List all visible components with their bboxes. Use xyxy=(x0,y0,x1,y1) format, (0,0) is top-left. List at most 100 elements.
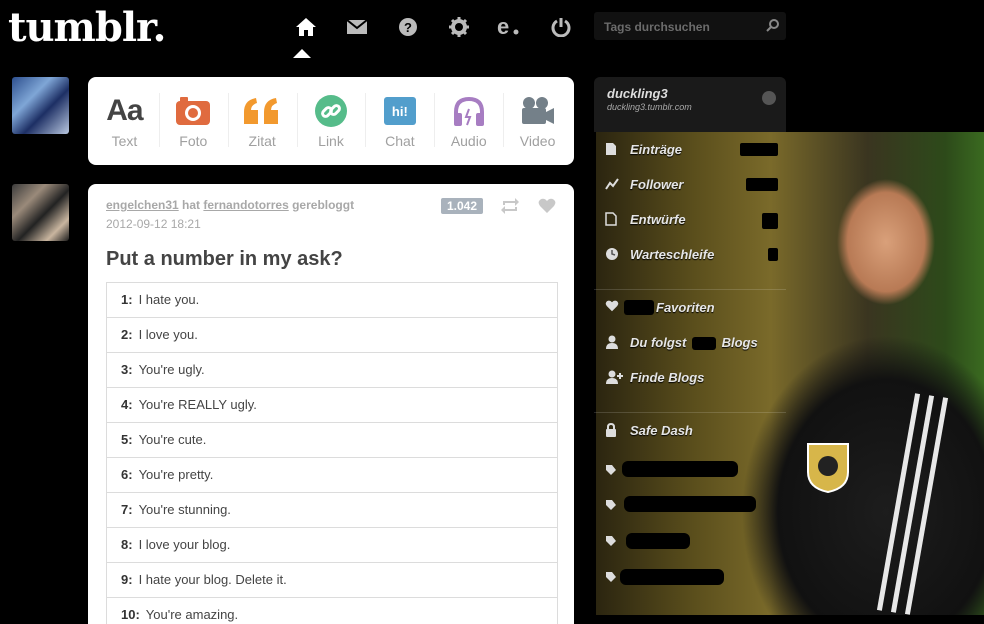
blog-name: duckling3 xyxy=(607,86,668,101)
item-number: 5: xyxy=(121,432,133,447)
post-type-label: Audio xyxy=(450,133,487,149)
blog-sidebar: duckling3 duckling3.tumblr.com Einträge … xyxy=(594,77,786,615)
item-number: 8: xyxy=(121,537,133,552)
tag-icon xyxy=(606,572,616,582)
sidebar-menu: Einträge Follower Entwürfe Warteschleife… xyxy=(594,132,786,448)
tag-icon xyxy=(606,536,616,546)
post-meta-action: gerebloggt xyxy=(292,198,355,212)
gear-icon[interactable] xyxy=(433,12,484,42)
add-user-icon xyxy=(606,370,623,384)
list-item: 8: I love your blog. xyxy=(107,528,557,563)
explore-icon[interactable]: e xyxy=(484,12,535,42)
item-text: You're REALLY ugly. xyxy=(138,397,257,412)
post-type-text-button[interactable]: Aa Text xyxy=(90,77,159,165)
list-item: 6: You're pretty. xyxy=(107,458,557,493)
sidebar-item-drafts[interactable]: Entwürfe xyxy=(594,202,786,237)
sidebar-item-likes[interactable]: Favoriten xyxy=(594,289,786,325)
item-number: 6: xyxy=(121,467,133,482)
redacted-count xyxy=(624,300,654,315)
tag-search-input[interactable] xyxy=(602,16,766,38)
help-icon[interactable]: ? xyxy=(382,12,433,42)
post-title: Put a number in my ask? xyxy=(106,248,343,270)
heart-icon xyxy=(605,300,619,312)
sidebar-item-label: Safe Dash xyxy=(630,423,693,438)
menu-spacer xyxy=(594,395,786,412)
list-item: 3: You're ugly. xyxy=(107,353,557,388)
post-type-quote-button[interactable]: Zitat xyxy=(227,77,297,165)
top-nav: ? e xyxy=(280,12,586,42)
redacted-tag xyxy=(624,496,756,512)
sidebar-item-label: Du folgst xyxy=(630,335,687,350)
notes-count-badge[interactable]: 1.042 xyxy=(441,198,484,214)
post-type-bar: Aa Text Foto Zitat Link hi! Chat Audio V… xyxy=(88,77,574,165)
list-item: 2: I love you. xyxy=(107,318,557,353)
post-meta-hat: hat xyxy=(182,198,201,212)
item-text: You're cute. xyxy=(138,432,207,447)
sidebar-item-find-blogs[interactable]: Finde Blogs xyxy=(594,360,786,395)
answers-list: 1: I hate you. 2: I love you. 3: You're ugl… xyxy=(106,282,558,624)
quote-icon xyxy=(244,98,279,124)
sidebar-item-followers[interactable]: Follower xyxy=(594,167,786,202)
draft-icon xyxy=(605,212,617,226)
sidebar-item-queue[interactable]: Warteschleife xyxy=(594,237,786,272)
search-icon[interactable] xyxy=(766,18,780,32)
list-item: 7: You're stunning. xyxy=(107,493,557,528)
item-number: 4: xyxy=(121,397,133,412)
tumblr-logo[interactable]: tumblr. xyxy=(8,4,166,51)
power-icon[interactable] xyxy=(535,12,586,42)
headphones-icon xyxy=(453,96,484,126)
redacted-tag xyxy=(622,461,738,477)
heart-icon[interactable] xyxy=(538,198,556,214)
user-icon xyxy=(606,335,618,349)
chevron-down-icon[interactable] xyxy=(762,91,776,105)
item-text: You're ugly. xyxy=(138,362,205,377)
sidebar-item-safe-dash[interactable]: Safe Dash xyxy=(594,412,786,448)
sidebar-item-label: Finde Blogs xyxy=(630,370,705,385)
tag-icon xyxy=(606,500,616,510)
item-text: You're stunning. xyxy=(138,502,231,517)
item-text: You're pretty. xyxy=(138,467,214,482)
post-type-photo-button[interactable]: Foto xyxy=(158,77,228,165)
post-type-link-button[interactable]: Link xyxy=(296,77,366,165)
post-type-video-button[interactable]: Video xyxy=(503,77,572,165)
item-text: I love your blog. xyxy=(138,537,231,552)
blog-url: duckling3.tumblr.com xyxy=(607,102,692,112)
post-author-avatar[interactable] xyxy=(12,184,69,241)
user-avatar[interactable] xyxy=(12,77,69,134)
video-camera-icon xyxy=(521,97,554,124)
mail-icon[interactable] xyxy=(331,12,382,42)
redacted-count xyxy=(746,178,778,191)
clock-icon xyxy=(606,248,618,260)
redacted-count xyxy=(740,143,778,156)
post-type-label: Text xyxy=(111,133,138,149)
chat-icon-glyph: hi! xyxy=(391,103,408,119)
sidebar-item-label: Entwürfe xyxy=(630,212,686,227)
post-type-label: Foto xyxy=(179,133,208,149)
dashboard-post: engelchen31 hat fernandotorres gereblogg… xyxy=(88,184,574,624)
post-type-label: Chat xyxy=(385,133,415,149)
home-icon[interactable] xyxy=(280,12,331,42)
post-type-chat-button[interactable]: hi! Chat xyxy=(365,77,434,165)
camera-icon xyxy=(176,97,211,125)
redacted-count xyxy=(691,337,716,351)
list-item: 4: You're REALLY ugly. xyxy=(107,388,557,423)
reblogger-link[interactable]: engelchen31 xyxy=(106,198,179,212)
item-number: 9: xyxy=(121,572,133,587)
lock-icon xyxy=(606,423,616,437)
tag-search-box xyxy=(594,12,786,40)
post-type-audio-button[interactable]: Audio xyxy=(434,77,503,165)
svg-text:?: ? xyxy=(404,20,412,35)
list-item: 9: I hate your blog. Delete it. xyxy=(107,563,557,598)
crest-icon xyxy=(807,443,849,494)
sidebar-item-following[interactable]: Du folgst Blogs xyxy=(594,325,786,360)
sidebar-item-posts[interactable]: Einträge xyxy=(594,132,786,167)
post-meta: engelchen31 hat fernandotorres gereblogg… xyxy=(106,198,354,212)
post-type-label: Video xyxy=(519,133,556,149)
list-item: 5: You're cute. xyxy=(107,423,557,458)
redacted-tag xyxy=(620,569,724,585)
blog-header[interactable]: duckling3 duckling3.tumblr.com xyxy=(594,77,786,132)
source-blog-link[interactable]: fernandotorres xyxy=(203,198,288,212)
item-text: I hate you. xyxy=(138,292,200,307)
reblog-icon[interactable] xyxy=(500,198,520,214)
chart-icon xyxy=(605,178,619,190)
